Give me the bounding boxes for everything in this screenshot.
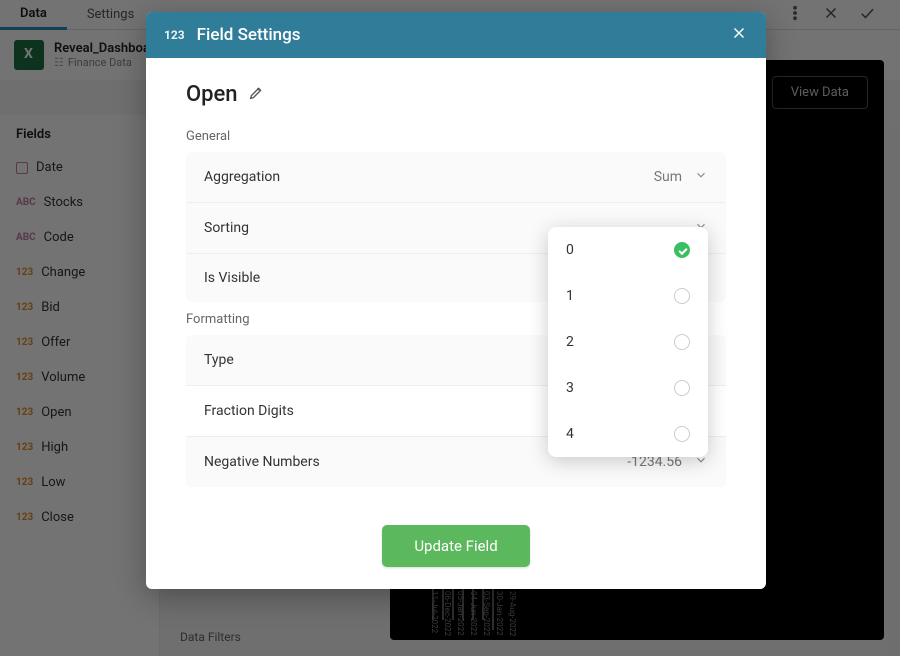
- fraction-option-4[interactable]: 4: [548, 411, 708, 457]
- radio-icon: [674, 288, 690, 304]
- modal-header: 123 Field Settings: [146, 12, 766, 58]
- app-root: Data Settings Reveal_Dashboard Finance D…: [0, 0, 900, 656]
- chevron-down-icon: [694, 168, 708, 186]
- radio-icon: [674, 334, 690, 350]
- fraction-option-2[interactable]: 2: [548, 319, 708, 365]
- fraction-digits-dropdown: 0 1 2 3 4: [548, 227, 708, 457]
- fraction-option-3[interactable]: 3: [548, 365, 708, 411]
- modal-footer: Update Field: [146, 507, 766, 589]
- field-name-title: Open: [186, 82, 238, 107]
- edit-name-icon[interactable]: [248, 85, 264, 105]
- radio-icon: [674, 426, 690, 442]
- fraction-option-1[interactable]: 1: [548, 273, 708, 319]
- update-field-button[interactable]: Update Field: [382, 525, 529, 567]
- close-icon[interactable]: [730, 24, 748, 46]
- radio-checked-icon: [674, 242, 690, 258]
- aggregation-row[interactable]: Aggregation Sum: [186, 152, 726, 203]
- general-section-label: General: [186, 129, 726, 144]
- radio-icon: [674, 380, 690, 396]
- fraction-option-0[interactable]: 0: [548, 227, 708, 273]
- modal-title: Field Settings: [197, 25, 718, 45]
- field-type-badge: 123: [164, 28, 185, 42]
